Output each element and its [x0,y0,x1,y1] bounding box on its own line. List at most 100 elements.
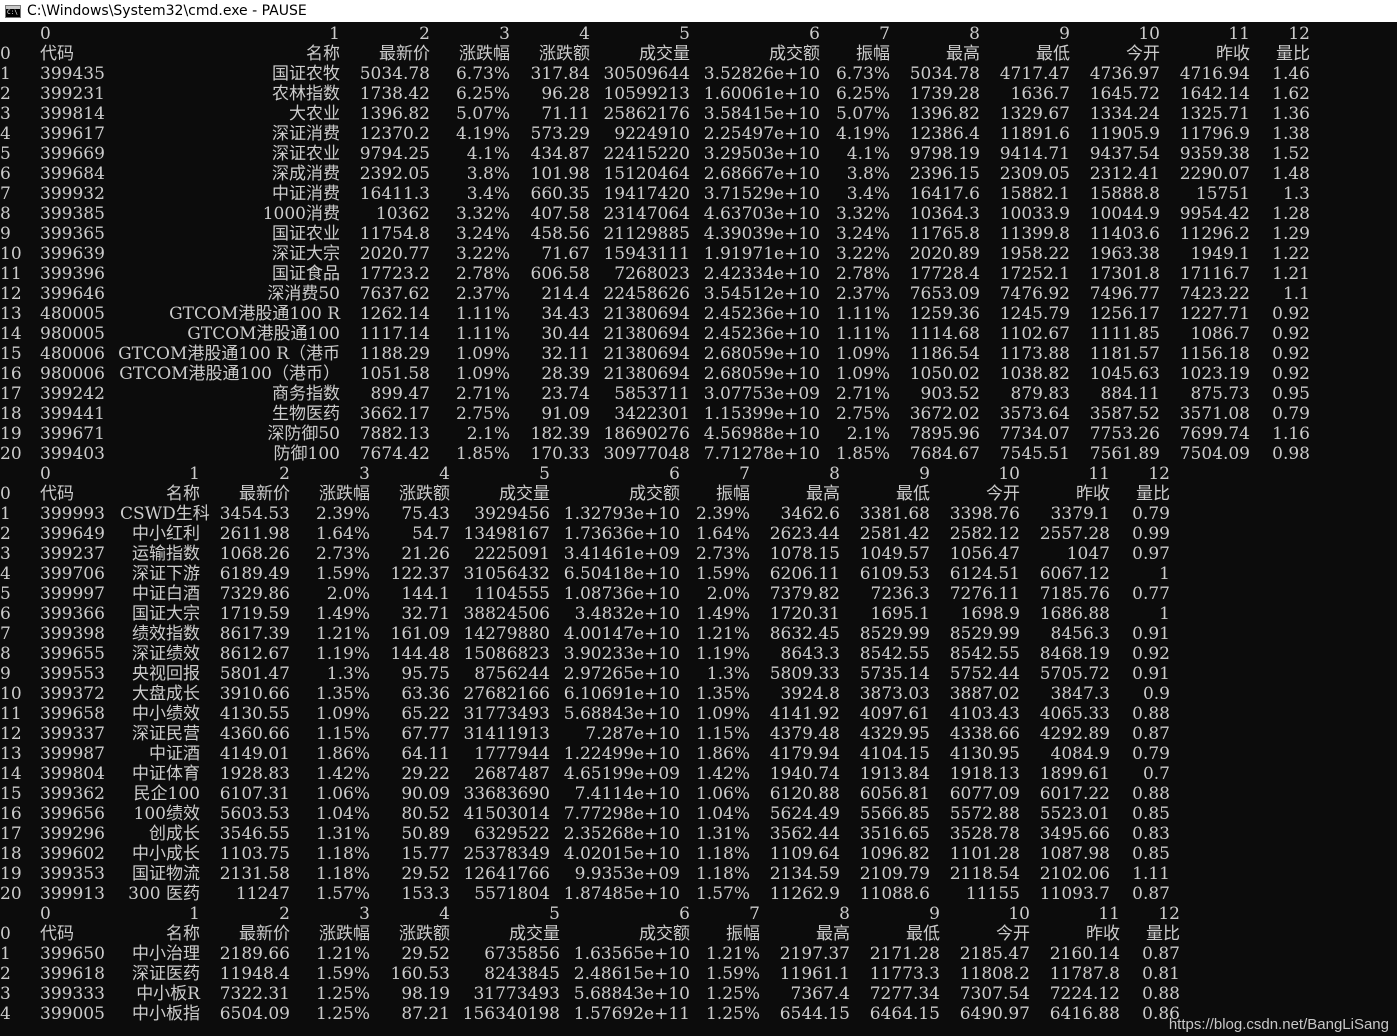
table-cell: 中证体育 [132,764,200,784]
column-index: 9 [929,904,940,924]
table-cell: 2611.98 [219,524,290,544]
column-index: 6 [679,904,690,924]
table-cell: 4.1% [846,144,890,164]
table-cell: 7367.4 [790,984,850,1004]
column-header: 量比 [1136,484,1170,504]
table-cell: 大盘成长 [132,684,200,704]
table-cell: 1.09% [835,344,890,364]
table-cell: 399242 [40,384,105,404]
column-index: 0 [40,904,51,924]
table-cell: 生物医药 [272,404,340,424]
table-cell: 606.58 [530,264,590,284]
table-cell: 3571.08 [1179,404,1250,424]
table-cell: 80.52 [401,804,450,824]
table-cell: 0.87 [1132,884,1170,904]
table-row: 11 399396 国证食品 17723.2 2.78% 606.58 7268023 2.4… [0,264,1397,284]
table-row: 4 399617 深证消费 12370.2 4.19% 573.29 9224910 2.25… [0,124,1397,144]
table-cell: 1.18% [695,864,750,884]
row-index: 8 [0,644,11,664]
table-cell: 1101.28 [949,844,1020,864]
table-cell: 1 [1159,604,1170,624]
table-cell: 6056.81 [859,784,930,804]
table-cell: 深证消费 [272,124,340,144]
table-cell: 中证消费 [272,184,340,204]
table-cell: 深证农业 [272,144,340,164]
table-cell: 980006 [40,364,105,384]
row-index: 15 [0,344,22,364]
column-header: 0 [0,44,11,64]
table-cell: 0.88 [1142,984,1180,1004]
table-cell: 317.84 [530,64,590,84]
table-cell: 399646 [40,284,105,304]
table-cell: 31773493 [463,704,550,724]
table-cell: 0.7 [1142,764,1170,784]
table-row: 8 399655 深证绩效 8612.67 1.19% 144.48 15086823 3.9… [0,644,1397,664]
table-cell: 25862176 [603,104,690,124]
table-cell: 6504.09 [219,1004,290,1024]
table-cell: 2.37% [455,284,510,304]
table-cell: 399333 [40,984,105,1004]
table-cell: 1.18% [695,844,750,864]
column-header: 最高 [816,924,850,944]
console-output[interactable]: 0 1 2 3 4 5 6 7 8 9 10 11 12 0 代码 名称 最新价 涨跌幅 涨跌额 成交量 成交额 振幅 最高… [0,22,1397,1036]
table-cell: 1.08736e+10 [563,584,680,604]
table-cell: 1 [1159,564,1170,584]
table-row: 7 399398 绩效指数 8617.39 1.21% 161.09 14279880 4.0… [0,624,1397,644]
row-index: 2 [0,84,11,104]
table-header-row: 0 代码 名称 最新价 涨跌幅 涨跌额 成交量 成交额 振幅 最高 最低 今开 昨收 量比 [0,484,1397,504]
table-cell: 31056432 [463,564,550,584]
table-cell: 1686.88 [1039,604,1110,624]
table-cell: 17301.8 [1089,264,1160,284]
row-index: 2 [0,964,11,984]
table-cell: 1.18% [315,864,370,884]
table-cell: 3.22% [455,244,510,264]
table-cell: 绩效指数 [132,624,200,644]
column-header: 名称 [166,484,200,504]
table-cell: 1.57692e+11 [573,1004,690,1024]
table-cell: 3381.68 [859,504,930,524]
table-cell: 399617 [40,124,105,144]
table-cell: 399993 [40,504,105,524]
table-row: 1 399435 国证农牧 5034.78 6.73% 317.84 30509644 3.5… [0,64,1397,84]
table-cell: 0.92 [1272,324,1310,344]
table-cell: 2197.37 [779,944,850,964]
table-row: 2 399231 农林指数 1738.42 6.25% 96.28 10599213 1.60… [0,84,1397,104]
table-cell: 3873.03 [859,684,930,704]
row-index: 14 [0,324,22,344]
row-index: 11 [0,264,22,284]
table-cell: 7268023 [614,264,690,284]
title-bar[interactable]: C:\Windows\System32\cmd.exe - PAUSE [0,0,1397,22]
table-cell: 1.87485e+10 [563,884,680,904]
table-cell: 4.1% [466,144,510,164]
table-cell: 15751 [1195,184,1250,204]
row-index: 19 [0,864,22,884]
row-index: 12 [0,284,22,304]
table-cell: 8529.99 [859,624,930,644]
table-cell: 22415220 [603,144,690,164]
column-index: 1 [189,464,200,484]
table-cell: 0.85 [1132,804,1170,824]
table-row: 1 399650 中小治理 2189.66 1.21% 29.52 6735856 1.635… [0,944,1397,964]
table-cell: 4104.15 [859,744,930,764]
table-cell: 11093.7 [1039,884,1110,904]
table-cell: 4360.66 [219,724,290,744]
table-cell: 3.54512e+10 [703,284,820,304]
column-index: 12 [1148,464,1170,484]
row-index: 17 [0,824,22,844]
table-cell: 1720.31 [769,604,840,624]
table-cell: 2.39% [695,504,750,524]
table-cell: 1642.14 [1179,84,1250,104]
table-cell: 6.25% [835,84,890,104]
table-row: 13 480005 GTCOM港股通100 R 1262.14 1.11% 34.43 21… [0,304,1397,324]
column-header: 最新价 [239,484,290,504]
table-cell: 3.52826e+10 [703,64,820,84]
column-header: 代码 [40,484,74,504]
table-cell: 6416.88 [1049,1004,1120,1024]
column-header: 0 [0,924,11,944]
table-row: 9 399553 央视回报 5801.47 1.3% 95.75 8756244 2.9726… [0,664,1397,684]
table-cell: 1695.1 [870,604,930,624]
table-cell: 1.63565e+10 [573,944,690,964]
table-cell: 1023.19 [1179,364,1250,384]
table-cell: 商务指数 [272,384,340,404]
row-index: 20 [0,444,22,464]
